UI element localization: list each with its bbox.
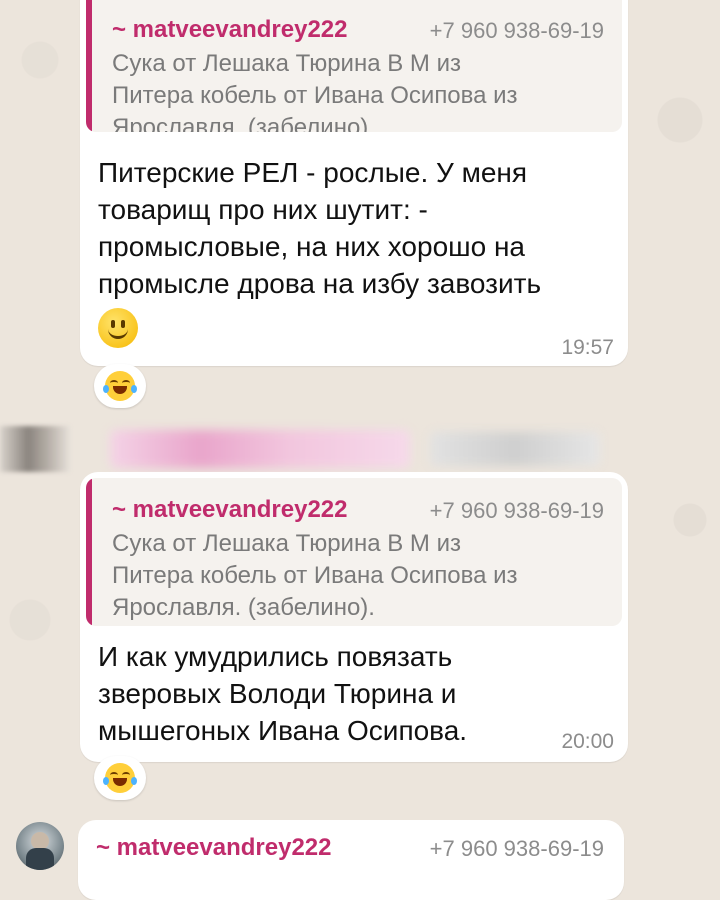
- redacted-sender-name: [110, 430, 410, 468]
- reaction-badge[interactable]: [94, 364, 146, 408]
- quote-text: Сука от Лешака Тюрина В М из Питера кобе…: [112, 50, 518, 132]
- message-bubble[interactable]: ~ matveevandrey222 +7 960 938-69-19 Сука…: [80, 472, 628, 762]
- redacted-sender-row: [0, 426, 620, 472]
- message-time: 19:57: [561, 336, 614, 359]
- redacted-avatar: [0, 426, 70, 472]
- message-time: 20:00: [561, 730, 614, 753]
- redacted-sender-phone: [430, 432, 600, 466]
- message-bubble[interactable]: ~ matveevandrey222 +7 960 938-69-19: [78, 820, 624, 900]
- sender-phone[interactable]: +7 960 938-69-19: [430, 836, 604, 862]
- quote-author[interactable]: ~ matveevandrey222: [112, 496, 348, 524]
- message-bubble[interactable]: ~ matveevandrey222 +7 960 938-69-19 Сука…: [80, 0, 628, 366]
- quote-phone[interactable]: +7 960 938-69-19: [430, 498, 604, 524]
- quote-author[interactable]: ~ matveevandrey222: [112, 16, 348, 44]
- reaction-badge[interactable]: [94, 756, 146, 800]
- quote-accent-bar: [86, 0, 92, 132]
- quote-text: Сука от Лешака Тюрина В М из Питера кобе…: [112, 530, 518, 621]
- quoted-message[interactable]: ~ matveevandrey222 +7 960 938-69-19 Сука…: [86, 0, 622, 132]
- message-text: И как умудрились повязать зверовых Волод…: [98, 641, 468, 746]
- smiling-face-emoji: [98, 308, 138, 348]
- message-text: Питерские РЕЛ - рослые. У меня товарищ п…: [98, 157, 542, 299]
- tears-of-joy-icon: [103, 371, 137, 401]
- quoted-message[interactable]: ~ matveevandrey222 +7 960 938-69-19 Сука…: [86, 478, 622, 626]
- quote-accent-bar: [86, 478, 92, 626]
- sender-name[interactable]: ~ matveevandrey222: [96, 834, 332, 862]
- tears-of-joy-icon: [103, 763, 137, 793]
- sender-avatar[interactable]: [16, 822, 64, 870]
- quote-phone[interactable]: +7 960 938-69-19: [430, 18, 604, 44]
